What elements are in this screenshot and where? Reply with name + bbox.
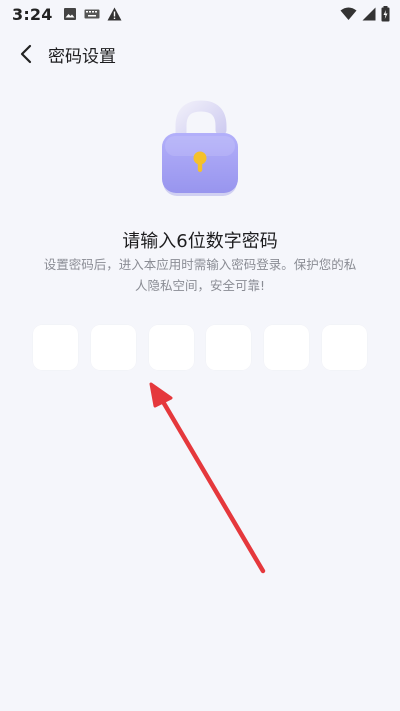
pin-digit-3[interactable] [148, 325, 194, 370]
pin-digit-4[interactable] [206, 325, 252, 370]
status-left-icons [63, 7, 122, 21]
description: 设置密码后，进入本应用时需输入密码登录。保护您的私 人隐私空间，安全可靠! [30, 254, 370, 296]
pin-digit-1[interactable] [33, 325, 78, 370]
pin-digit-5[interactable] [264, 325, 310, 370]
status-right-icons [340, 6, 390, 22]
back-button[interactable] [4, 34, 48, 74]
padlock-unlocked-icon [155, 100, 245, 200]
keyboard-icon [84, 9, 100, 19]
chevron-left-icon [20, 44, 32, 64]
page-title: 密码设置 [48, 46, 116, 67]
description-line: 人隐私空间，安全可靠! [134, 278, 265, 293]
pin-digit-6[interactable] [321, 325, 367, 370]
status-time: 3:24 [12, 4, 53, 24]
description-line: 设置密码后，进入本应用时需输入密码登录。保护您的私 [43, 257, 357, 272]
warning-icon [107, 7, 122, 21]
battery-icon [381, 6, 390, 22]
screen: 3:24 密码设置 请输入6位数字密码 设置密码后，进入本应用时需输入密码登录。… [0, 0, 400, 711]
wifi-icon [340, 7, 357, 20]
image-icon [63, 8, 76, 20]
signal-icon [362, 7, 376, 21]
heading: 请输入6位数字密码 [122, 231, 278, 252]
app-bar: 密码设置 [0, 34, 400, 74]
pin-input-row [33, 325, 367, 370]
status-bar: 3:24 [0, 0, 400, 28]
pin-digit-2[interactable] [90, 325, 136, 370]
